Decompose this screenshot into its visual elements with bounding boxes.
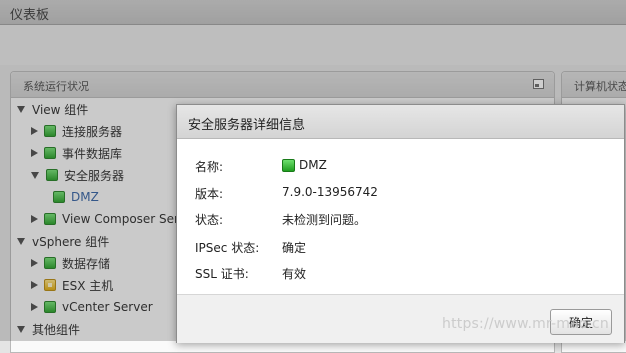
status-label: 状态:: [195, 213, 224, 227]
status-value: 未检测到问题。: [282, 213, 367, 227]
dialog-header: 安全服务器详细信息: [177, 105, 624, 139]
name-label: 名称:: [195, 160, 224, 174]
name-value: DMZ: [282, 158, 327, 172]
version-value: 7.9.0-13956742: [282, 185, 378, 199]
watermark: https://www.mr-mao.cn: [442, 316, 610, 332]
ipsec-status-label: IPSec 状态:: [195, 241, 260, 255]
ssl-certificate-label: SSL 证书:: [195, 267, 249, 281]
green-status-icon: [282, 158, 295, 172]
version-label: 版本:: [195, 187, 224, 201]
name-value-text: DMZ: [299, 158, 327, 172]
ipsec-status-value: 确定: [282, 241, 307, 255]
dialog-title: 安全服务器详细信息: [188, 118, 306, 133]
ssl-certificate-value: 有效: [282, 267, 307, 281]
dialog-body: 名称: DMZ 版本: 7.9.0-13956742 状态: 未检测到问题。 I…: [177, 139, 624, 293]
security-server-details-dialog: 安全服务器详细信息 名称: DMZ 版本: 7.9.0-13956742 状态:…: [176, 104, 625, 343]
